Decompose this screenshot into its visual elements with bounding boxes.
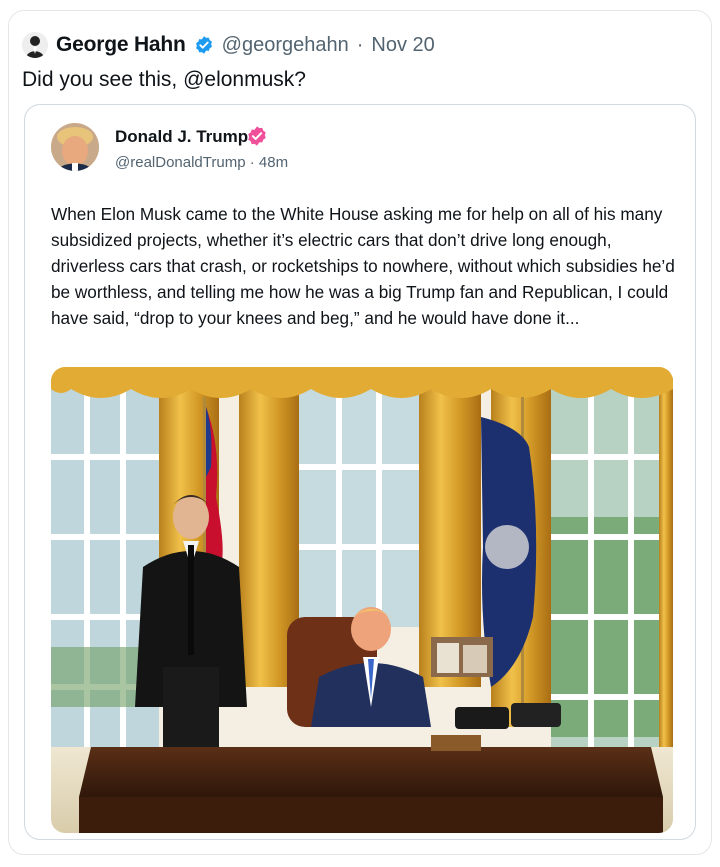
quoted-tweet-photo[interactable] [51, 367, 673, 833]
oval-office-photo [51, 367, 673, 833]
separator-dot: · [356, 33, 364, 56]
quoted-handle-row: @realDonaldTrump · 48m [115, 154, 288, 171]
quoted-time[interactable]: 48m [259, 154, 288, 171]
quoted-author-handle[interactable]: @realDonaldTrump [115, 154, 246, 171]
avatar[interactable] [22, 32, 48, 58]
verified-badge-icon [194, 35, 214, 55]
quoted-tweet-text: When Elon Musk came to the White House a… [51, 204, 675, 328]
tweet-date[interactable]: Nov 20 [371, 34, 434, 57]
verified-badge-icon [246, 125, 268, 147]
author-handle[interactable]: @georgehahn [222, 34, 349, 57]
separator-dot: · [249, 154, 255, 171]
tweet-header: George Hahn @georgehahn · Nov 20 [22, 30, 435, 60]
author-name[interactable]: George Hahn [56, 33, 186, 57]
tweet-text: Did you see this, @elonmusk? [22, 68, 306, 91]
quoted-avatar[interactable] [51, 123, 99, 171]
quoted-author-name[interactable]: Donald J. Trump [115, 127, 248, 147]
quoted-tweet-card[interactable]: Donald J. Trump @realDonaldTrump · 48m W… [24, 104, 696, 840]
